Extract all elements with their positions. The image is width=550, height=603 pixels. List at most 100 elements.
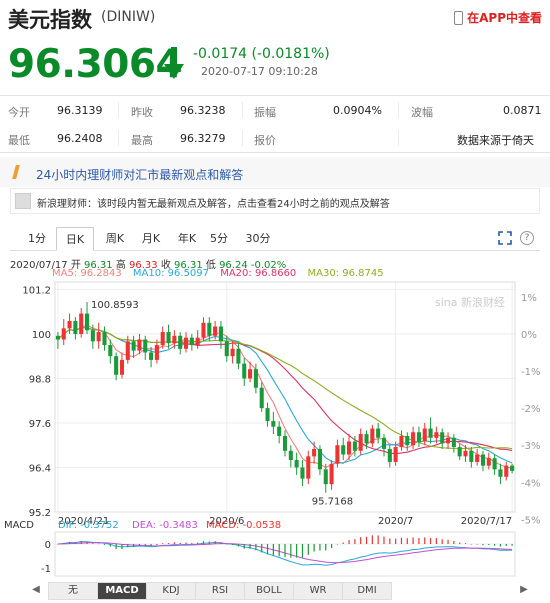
macd-bar bbox=[202, 541, 205, 544]
macd-bar bbox=[197, 542, 199, 544]
pct-tick-label: -3% bbox=[521, 441, 540, 452]
quote-value: 0.0871 bbox=[503, 104, 542, 117]
tab-daily-k[interactable]: 日K bbox=[56, 227, 94, 251]
indicator-tab-boll[interactable]: BOLL bbox=[244, 582, 294, 600]
macd-bar bbox=[255, 544, 257, 551]
candle-body bbox=[405, 435, 410, 446]
candle-body bbox=[201, 322, 206, 338]
advisor-notice[interactable]: 新浪理财师：该时段内暂无最新观点及解答，点击查看24小时之前的观点及解答 bbox=[10, 188, 540, 214]
macd-bar bbox=[371, 535, 373, 544]
candle-body bbox=[486, 458, 491, 466]
indicator-tab-dmi[interactable]: DMI bbox=[342, 582, 392, 600]
macd-bar bbox=[231, 544, 234, 545]
indicator-tab-kdj[interactable]: KDJ bbox=[146, 582, 196, 600]
candle-body bbox=[480, 454, 486, 466]
candle-body bbox=[207, 322, 212, 336]
candle-body bbox=[90, 330, 95, 342]
candle-body bbox=[143, 339, 148, 353]
fullscreen-icon[interactable] bbox=[498, 231, 512, 245]
banner-title: 24小时内理财师对汇市最新观点和解答 bbox=[36, 168, 244, 182]
candle-body bbox=[422, 428, 427, 442]
pct-tick-label: -4% bbox=[521, 478, 540, 489]
candle-body bbox=[131, 341, 136, 351]
macd-bar bbox=[488, 544, 490, 546]
tab-1min[interactable]: 1分 bbox=[20, 227, 54, 251]
candle-body bbox=[323, 469, 328, 485]
macd-bar bbox=[459, 542, 461, 544]
indicator-tab-rsi[interactable]: RSI bbox=[195, 582, 245, 600]
candle-body bbox=[277, 426, 282, 436]
macd-bar bbox=[377, 535, 379, 544]
candle-body bbox=[492, 458, 497, 470]
candle-body bbox=[154, 345, 159, 360]
indicator-tab-macd[interactable]: MACD bbox=[97, 582, 147, 600]
candle-body bbox=[160, 332, 165, 346]
open-in-app-link[interactable]: 在APP中查看 bbox=[454, 9, 542, 26]
quote-label: 报价 bbox=[254, 134, 276, 147]
macd-bar bbox=[133, 544, 135, 547]
quote-row-1: 今开 96.3139 昨收 96.3238 振幅 0.0904% 波幅 0.08… bbox=[0, 96, 550, 124]
macd-dif: DIF: -0.3752 bbox=[58, 520, 119, 531]
quote-value: 96.3238 bbox=[180, 104, 226, 117]
help-icon[interactable]: ? bbox=[520, 231, 534, 245]
macd-bar bbox=[261, 544, 263, 553]
scroll-left-icon[interactable]: ◀ bbox=[30, 584, 42, 598]
phone-icon bbox=[454, 10, 464, 25]
macd-bar bbox=[447, 539, 449, 544]
divider bbox=[0, 152, 550, 153]
divider bbox=[242, 130, 243, 146]
tab-yearly-k[interactable]: 年K bbox=[168, 227, 206, 251]
macd-bar bbox=[383, 536, 385, 544]
tab-30min[interactable]: 30分 bbox=[238, 227, 278, 251]
candle-body bbox=[67, 320, 72, 329]
candle-body bbox=[399, 435, 404, 448]
divider bbox=[118, 130, 119, 146]
macd-bar bbox=[237, 544, 240, 547]
macd-bar bbox=[360, 537, 362, 544]
candle-body bbox=[84, 313, 90, 331]
macd-bar bbox=[150, 544, 152, 547]
macd-bar bbox=[284, 544, 286, 558]
y-tick-label: 96.4 bbox=[29, 463, 51, 474]
macd-bar bbox=[121, 544, 123, 550]
macd-bar bbox=[365, 536, 368, 544]
y-tick-label: 97.6 bbox=[29, 419, 51, 430]
candle-body bbox=[236, 348, 241, 364]
candle-body bbox=[253, 369, 258, 388]
y-tick-label: 95.2 bbox=[29, 508, 51, 519]
quote-value: 96.3279 bbox=[180, 132, 226, 145]
scroll-right-icon[interactable]: ▶ bbox=[518, 584, 530, 598]
candle-body bbox=[446, 437, 451, 444]
candle-body bbox=[230, 348, 235, 357]
macd-bar bbox=[74, 542, 76, 544]
macd-bar bbox=[156, 544, 158, 546]
candle-body bbox=[504, 465, 509, 477]
candle-body bbox=[73, 320, 78, 334]
advisor-banner[interactable]: 24小时内理财师对汇市最新观点和解答 bbox=[0, 157, 550, 187]
macd-bar bbox=[57, 544, 59, 545]
macd-value: MACD: -0.0538 bbox=[206, 520, 281, 531]
tab-weekly-k[interactable]: 周K bbox=[96, 227, 134, 251]
period-tabs: 1分 日K 周K 月K 年K 5分 30分 ? bbox=[10, 227, 540, 251]
indicator-tab-wr[interactable]: WR bbox=[293, 582, 343, 600]
quote-time: 2020-07-17 09:10:28 bbox=[201, 65, 318, 78]
candle-body bbox=[166, 332, 171, 344]
quote-label: 最低 bbox=[8, 134, 30, 147]
candle-body bbox=[137, 339, 142, 351]
macd-bar bbox=[92, 543, 94, 544]
macd-bar bbox=[494, 544, 496, 546]
macd-bar bbox=[348, 540, 350, 544]
pct-tick-label: 0% bbox=[521, 330, 537, 341]
kline-chart[interactable]: 101.2 100 98.8 97.6 96.4 95.2 1% 0% -1% -2% -3% -4%… bbox=[0, 276, 550, 582]
macd-bar bbox=[86, 541, 88, 544]
macd-bar bbox=[325, 544, 327, 551]
title-bar: 美元指数 (DINIW) 在APP中查看 bbox=[0, 0, 550, 36]
indicator-tab-none[interactable]: 无 bbox=[48, 582, 98, 600]
quote-label: 今开 bbox=[8, 106, 30, 119]
candle-body bbox=[183, 337, 189, 349]
candle-body bbox=[358, 434, 363, 451]
tab-monthly-k[interactable]: 月K bbox=[132, 227, 170, 251]
tab-5min[interactable]: 5分 bbox=[202, 227, 236, 251]
macd-bar bbox=[173, 542, 175, 544]
candle-body bbox=[55, 335, 60, 340]
